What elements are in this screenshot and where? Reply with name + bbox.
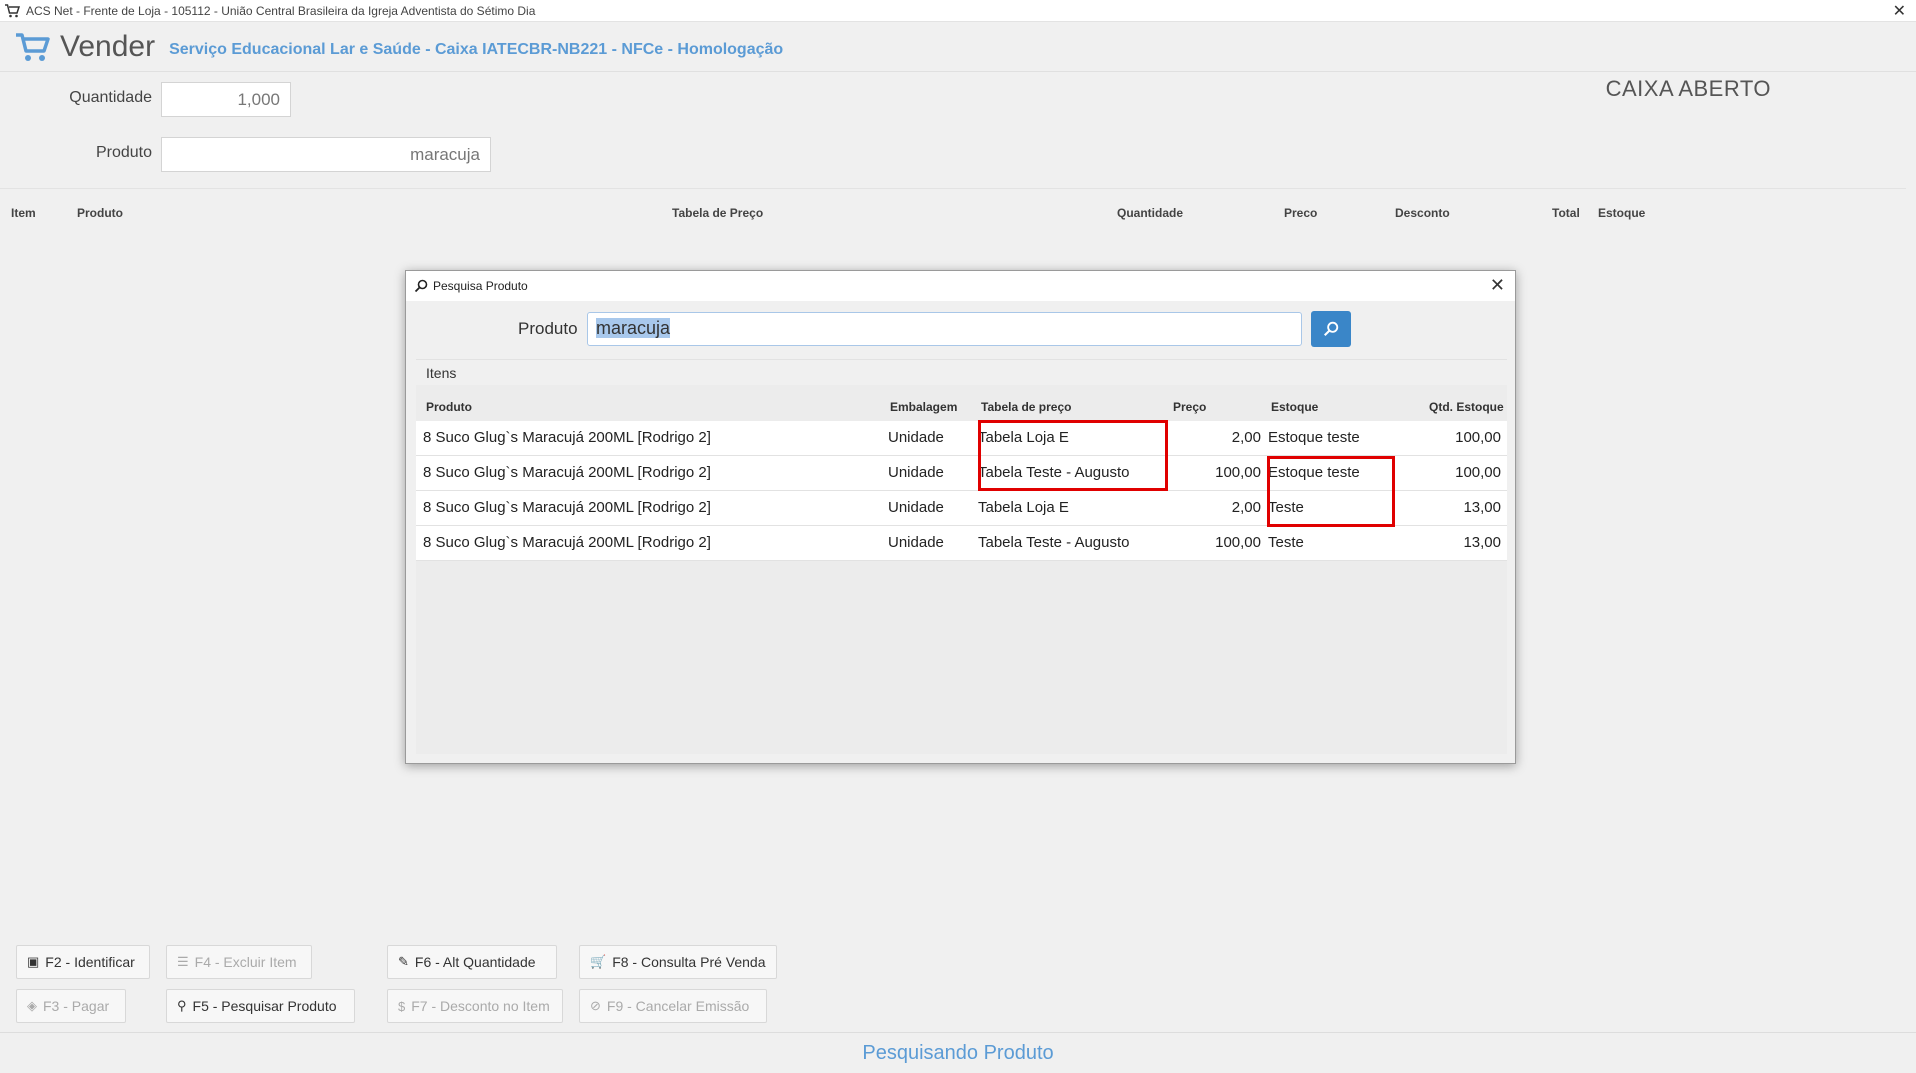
cart-icon <box>5 3 20 17</box>
page-header: Vender Serviço Educacional Lar e Saúde -… <box>0 22 1916 72</box>
highlight-box-tabela <box>978 420 1168 491</box>
quantidade-input[interactable]: 1,000 <box>161 82 291 117</box>
col-embalagem[interactable]: Embalagem <box>890 400 957 414</box>
cell-preco: 2,00 <box>1231 499 1261 516</box>
f4-label: F4 - Excluir Item <box>194 954 297 970</box>
cell-qtd: 100,00 <box>1455 464 1501 481</box>
search-icon: ⚲ <box>177 998 187 1013</box>
dialog-titlebar: Pesquisa Produto ✕ <box>406 271 1515 301</box>
produto-input[interactable]: maracuja <box>161 137 491 172</box>
ban-icon: ⊘ <box>590 998 601 1013</box>
pesquisa-produto-dialog: Pesquisa Produto ✕ Produto maracuja Iten… <box>405 270 1516 764</box>
window-titlebar: ACS Net - Frente de Loja - 105112 - Uniã… <box>0 0 1916 22</box>
col-total[interactable]: Total <box>1552 206 1580 220</box>
dialog-search-input[interactable]: maracuja <box>587 312 1302 346</box>
cell-produto: 8 Suco Glug`s Maracujá 200ML [Rodrigo 2] <box>423 499 711 516</box>
f9-label: F9 - Cancelar Emissão <box>606 998 750 1014</box>
f3-pagar-button[interactable]: ◈ F3 - Pagar <box>16 989 126 1023</box>
col-produto[interactable]: Produto <box>426 400 472 414</box>
col-item[interactable]: Item <box>11 206 36 220</box>
search-input-text: maracuja <box>596 318 671 338</box>
dialog-close-icon[interactable]: ✕ <box>1490 275 1505 296</box>
f4-excluir-item-button[interactable]: ☰ F4 - Excluir Item <box>166 945 312 979</box>
f2-identificar-button[interactable]: ▣ F2 - Identificar <box>16 945 150 979</box>
col-qtd-estoque[interactable]: Qtd. Estoque <box>1429 400 1504 414</box>
cell-embalagem: Unidade <box>888 429 944 446</box>
results-grid: Produto Embalagem Tabela de preço Preço … <box>416 385 1507 754</box>
page-title: Vender <box>60 29 156 63</box>
window-close-icon[interactable]: ✕ <box>1893 1 1906 21</box>
f6-label: F6 - Alt Quantidade <box>414 954 536 970</box>
page-subtitle: Serviço Educacional Lar e Saúde - Caixa … <box>169 40 784 58</box>
col-desconto[interactable]: Desconto <box>1395 206 1450 220</box>
dialog-produto-label: Produto <box>518 319 578 338</box>
shopping-cart-icon <box>16 32 50 61</box>
cell-qtd: 13,00 <box>1463 499 1501 516</box>
caixa-status: CAIXA ABERTO <box>1605 76 1771 101</box>
cell-embalagem: Unidade <box>888 499 944 516</box>
quantidade-label: Quantidade <box>69 89 152 106</box>
results-grid-header: Produto Embalagem Tabela de preço Preço … <box>416 385 1507 421</box>
f6-alt-quantidade-button[interactable]: ✎ F6 - Alt Quantidade <box>387 945 557 979</box>
cell-tabela: Tabela Teste - Augusto <box>978 534 1130 551</box>
status-bar: Pesquisando Produto <box>0 1032 1916 1073</box>
money-icon: ◈ <box>27 998 37 1013</box>
cell-embalagem: Unidade <box>888 534 944 551</box>
col-estoque[interactable]: Estoque <box>1598 206 1645 220</box>
search-icon <box>414 279 428 293</box>
cell-estoque: Teste <box>1268 534 1304 551</box>
col-tabela-preco[interactable]: Tabela de Preço <box>672 206 763 220</box>
itens-label: Itens <box>426 365 457 381</box>
dialog-search-button[interactable] <box>1311 311 1351 347</box>
dialog-title: Pesquisa Produto <box>433 279 528 293</box>
cell-produto: 8 Suco Glug`s Maracujá 200ML [Rodrigo 2] <box>423 429 711 446</box>
f5-label: F5 - Pesquisar Produto <box>192 998 337 1014</box>
cell-preco: 2,00 <box>1231 429 1261 446</box>
dollar-icon: $ <box>398 998 406 1014</box>
table-row[interactable]: 8 Suco Glug`s Maracujá 200ML [Rodrigo 2]… <box>416 526 1507 561</box>
f5-pesquisar-produto-button[interactable]: ⚲ F5 - Pesquisar Produto <box>166 989 355 1023</box>
col-quantidade[interactable]: Quantidade <box>1117 206 1183 220</box>
highlight-box-estoque <box>1267 456 1395 527</box>
cell-produto: 8 Suco Glug`s Maracujá 200ML [Rodrigo 2] <box>423 464 711 481</box>
cell-produto: 8 Suco Glug`s Maracujá 200ML [Rodrigo 2] <box>423 534 711 551</box>
cell-preco: 100,00 <box>1215 464 1261 481</box>
f2-label: F2 - Identificar <box>45 954 135 970</box>
cell-preco: 100,00 <box>1215 534 1261 551</box>
col-produto[interactable]: Produto <box>77 206 123 220</box>
col-tabela-preco[interactable]: Tabela de preço <box>981 400 1071 414</box>
produto-label: Produto <box>95 144 152 161</box>
divider <box>416 359 1507 360</box>
search-icon <box>1323 321 1339 337</box>
cell-tabela: Tabela Loja E <box>978 499 1069 516</box>
cell-qtd: 100,00 <box>1455 429 1501 446</box>
table-row[interactable]: 8 Suco Glug`s Maracujá 200ML [Rodrigo 2]… <box>416 421 1507 456</box>
f3-label: F3 - Pagar <box>43 998 110 1014</box>
f7-label: F7 - Desconto no Item <box>411 998 550 1014</box>
col-estoque[interactable]: Estoque <box>1271 400 1318 414</box>
edit-icon: ✎ <box>398 954 409 969</box>
f9-cancelar-emissao-button[interactable]: ⊘ F9 - Cancelar Emissão <box>579 989 767 1023</box>
cart-icon: 🛒 <box>590 954 607 969</box>
cell-qtd: 13,00 <box>1463 534 1501 551</box>
col-preco[interactable]: Preço <box>1173 400 1206 414</box>
id-card-icon: ▣ <box>27 954 40 969</box>
cell-estoque: Estoque teste <box>1268 429 1360 446</box>
items-grid-header: Item Produto Tabela de Preço Quantidade … <box>0 188 1906 238</box>
f8-consulta-pre-venda-button[interactable]: 🛒 F8 - Consulta Pré Venda <box>579 945 777 979</box>
list-remove-icon: ☰ <box>177 954 189 969</box>
cell-embalagem: Unidade <box>888 464 944 481</box>
f8-label: F8 - Consulta Pré Venda <box>612 954 766 970</box>
f7-desconto-item-button[interactable]: $ F7 - Desconto no Item <box>387 989 563 1023</box>
col-preco[interactable]: Preco <box>1284 206 1317 220</box>
window-title: ACS Net - Frente de Loja - 105112 - Uniã… <box>26 3 536 18</box>
